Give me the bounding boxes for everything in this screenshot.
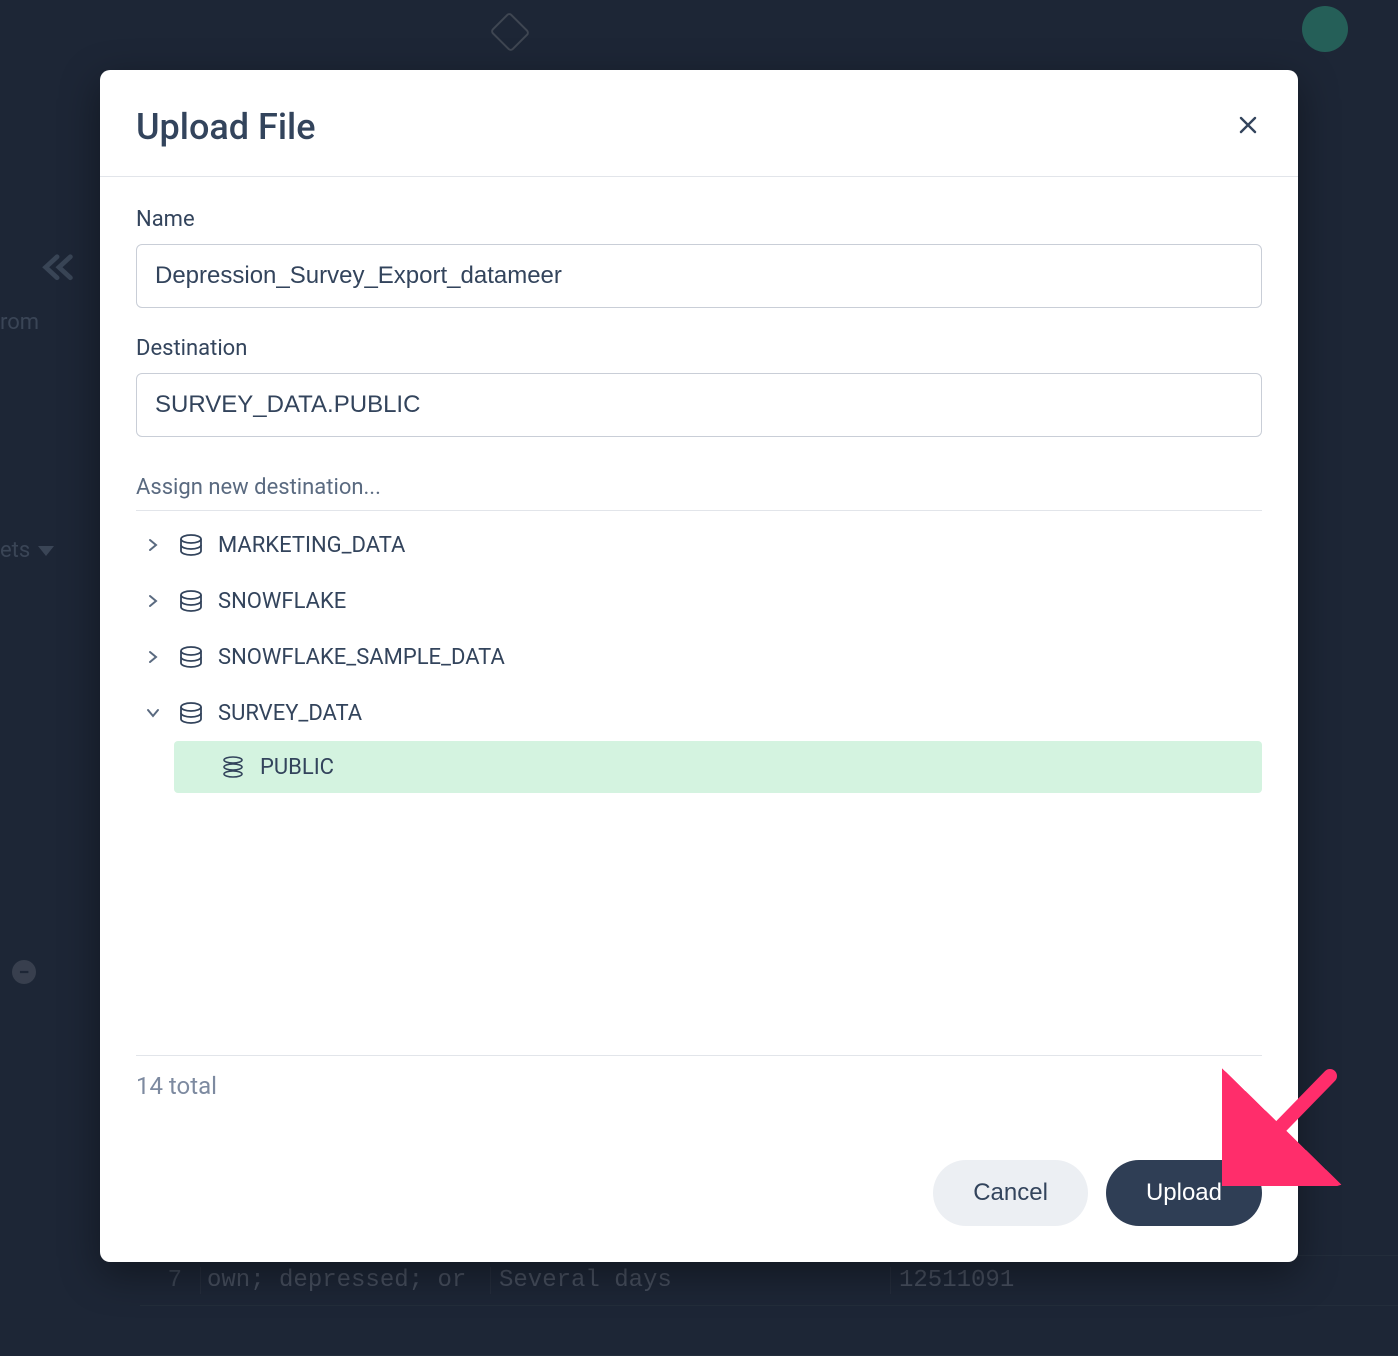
chevron-right-icon — [142, 534, 164, 556]
totals-count: 14 total — [136, 1055, 1262, 1130]
chevron-down-icon — [142, 702, 164, 724]
close-button[interactable] — [1234, 108, 1262, 146]
database-icon — [178, 532, 204, 558]
destination-input[interactable] — [136, 373, 1262, 437]
chevron-right-icon — [142, 646, 164, 668]
destination-tree: MARKETING_DATA SNOWFLAKE SNOWFLAKE_SAM — [136, 511, 1262, 793]
tree-node-public[interactable]: PUBLIC — [174, 741, 1262, 793]
chevron-right-icon — [142, 590, 164, 612]
modal-title: Upload File — [136, 106, 316, 148]
tree-node-label: SURVEY_DATA — [218, 701, 362, 726]
tree-node-label: SNOWFLAKE_SAMPLE_DATA — [218, 645, 505, 670]
tree-node-snowflake-sample-data[interactable]: SNOWFLAKE_SAMPLE_DATA — [136, 629, 1262, 685]
tree-node-survey-data[interactable]: SURVEY_DATA — [136, 685, 1262, 741]
modal-body: Name Destination Assign new destination.… — [100, 177, 1298, 1140]
schema-icon — [220, 754, 246, 780]
name-label: Name — [136, 207, 1262, 232]
database-icon — [178, 700, 204, 726]
modal-footer: Cancel Upload — [100, 1140, 1298, 1262]
cancel-button[interactable]: Cancel — [933, 1160, 1088, 1226]
tree-node-label: PUBLIC — [260, 755, 334, 780]
name-input[interactable] — [136, 244, 1262, 308]
upload-file-modal: Upload File Name Destination Assign new … — [100, 70, 1298, 1262]
destination-label: Destination — [136, 336, 1262, 361]
database-icon — [178, 644, 204, 670]
tree-node-label: SNOWFLAKE — [218, 589, 346, 614]
database-icon — [178, 588, 204, 614]
tree-node-marketing-data[interactable]: MARKETING_DATA — [136, 517, 1262, 573]
assign-destination-label: Assign new destination... — [136, 475, 1262, 511]
upload-button[interactable]: Upload — [1106, 1160, 1262, 1226]
modal-header: Upload File — [100, 70, 1298, 177]
tree-node-label: MARKETING_DATA — [218, 533, 405, 558]
tree-node-snowflake[interactable]: SNOWFLAKE — [136, 573, 1262, 629]
